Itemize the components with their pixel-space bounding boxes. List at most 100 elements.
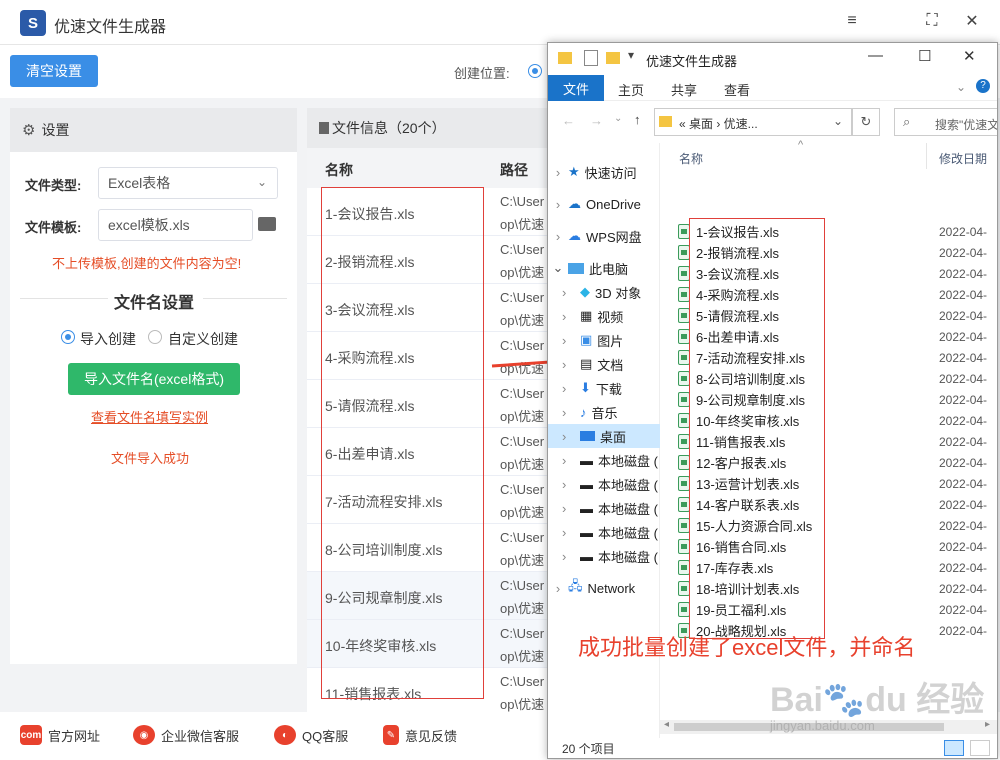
recent-dropdown-icon[interactable]: ⌄ <box>614 113 622 124</box>
close-icon[interactable]: ✕ <box>963 47 976 65</box>
tree-downloads[interactable]: › ⬇ 下载 <box>548 376 660 400</box>
close-icon[interactable]: ✕ <box>960 10 984 32</box>
import-filenames-button[interactable]: 导入文件名(excel格式) <box>68 363 240 395</box>
col-path-header[interactable]: 路径 <box>500 160 528 180</box>
tree-label: 文档 <box>597 357 624 373</box>
star-icon: ★ <box>568 164 580 179</box>
feedback-link[interactable]: ✎ 意见反馈 <box>383 725 457 745</box>
scroll-left-icon[interactable]: ◂ <box>664 719 669 730</box>
radio-import-create[interactable] <box>61 330 75 344</box>
wechat-support-link[interactable]: ◉ 企业微信客服 <box>133 725 239 745</box>
tree-quick-access[interactable]: › ★ 快速访问 <box>548 160 660 184</box>
menu-icon[interactable]: ≡ <box>840 10 864 32</box>
explorer-ribbon-tabs: 文件 主页 共享 查看 ⌄ ? <box>548 75 997 101</box>
file-date: 2022-04- <box>939 518 988 533</box>
folder-icon[interactable] <box>258 217 276 231</box>
tree-documents[interactable]: › ▤ 文档 <box>548 352 660 376</box>
example-link[interactable]: 查看文件名填写实例 <box>91 407 208 426</box>
tree-label: 本地磁盘 ( <box>598 453 658 469</box>
tab-view[interactable]: 查看 <box>724 80 750 99</box>
file-date: 2022-04- <box>939 245 988 260</box>
template-warning: 不上传模板,创建的文件内容为空! <box>52 256 242 271</box>
new-folder-icon[interactable] <box>606 52 620 64</box>
tab-home[interactable]: 主页 <box>618 80 644 99</box>
file-date: 2022-04- <box>939 560 988 575</box>
app-logo-icon: S <box>20 10 46 36</box>
tree-label: 音乐 <box>591 405 618 421</box>
scroll-right-icon[interactable]: ▸ <box>985 719 990 730</box>
back-icon[interactable]: ← <box>562 113 575 128</box>
search-box[interactable]: ⌕ 搜索"优速文 <box>894 108 997 136</box>
refresh-icon[interactable]: ↻ <box>852 108 880 136</box>
create-location-radio[interactable] <box>528 64 542 78</box>
table-header: 名称 路径 <box>307 148 557 188</box>
fileinfo-header: 文件信息（20个） <box>307 108 557 148</box>
clear-settings-button[interactable]: 清空设置 <box>10 55 98 87</box>
divider-right <box>203 298 287 299</box>
app-title: 优速文件生成器 <box>54 19 167 36</box>
row-path-cont: op\优速 <box>500 697 545 712</box>
feedback-icon: ✎ <box>383 725 399 745</box>
cloud-icon: ☁ <box>568 228 581 243</box>
forward-icon[interactable]: → <box>590 113 603 128</box>
help-icon[interactable]: ? <box>976 79 990 93</box>
network-icon: 🖧 <box>568 578 583 593</box>
row-path-cont: op\优速 <box>500 553 545 568</box>
col-name-header[interactable]: 名称 <box>325 160 353 180</box>
tree-this-pc[interactable]: ⌄ 此电脑 <box>548 256 660 280</box>
tab-file[interactable]: 文件 <box>548 75 604 101</box>
website-link[interactable]: com 官方网址 <box>20 725 100 745</box>
tree-onedrive[interactable]: › ☁ OneDrive <box>548 192 660 216</box>
tree-desktop[interactable]: › 桌面 <box>548 424 660 448</box>
file-type-select[interactable]: Excel表格 ⌄ <box>98 167 278 199</box>
tree-3d-objects[interactable]: › ◆ 3D 对象 <box>548 280 660 304</box>
tree-label: 下载 <box>595 381 622 397</box>
chevron-down-icon[interactable]: ⌄ <box>956 80 966 94</box>
maximize-icon[interactable]: ☐ <box>918 47 931 65</box>
gear-icon: ⚙ <box>22 122 36 139</box>
row-path: C:\User <box>500 578 545 593</box>
template-label: 文件模板: <box>25 220 82 235</box>
highlight-box-files <box>689 218 825 639</box>
large-icons-view-icon[interactable] <box>970 740 990 756</box>
file-type-label: 文件类型: <box>25 178 82 193</box>
tree-videos[interactable]: › ▦ 视频 <box>548 304 660 328</box>
properties-icon[interactable] <box>584 50 598 66</box>
fileinfo-title: 文件信息（20个） <box>332 120 446 136</box>
chevron-down-icon[interactable]: ⌄ <box>833 114 843 128</box>
tree-wps-drive[interactable]: › ☁ WPS网盘 <box>548 224 660 248</box>
file-date: 2022-04- <box>939 350 988 365</box>
quick-access-dropdown-icon[interactable]: ▾ <box>628 48 634 62</box>
file-date: 2022-04- <box>939 371 988 386</box>
tree-music[interactable]: › ♪ 音乐 <box>548 400 660 424</box>
tree-local-disk[interactable]: › ▬ 本地磁盘 ( <box>548 544 660 568</box>
minimize-icon[interactable]: — <box>868 47 883 64</box>
row-path-cont: op\优速 <box>500 601 545 616</box>
tree-local-disk[interactable]: › ▬ 本地磁盘 ( <box>548 472 660 496</box>
radio-custom-create[interactable] <box>148 330 162 344</box>
tree-local-disk[interactable]: › ▬ 本地磁盘 ( <box>548 448 660 472</box>
document-icon <box>319 122 329 134</box>
folder-icon <box>659 116 672 127</box>
disk-icon: ▬ <box>580 452 593 468</box>
details-view-icon[interactable] <box>944 740 964 756</box>
row-path-cont: op\优速 <box>500 649 545 664</box>
col-date-header[interactable]: 修改日期 <box>939 150 987 167</box>
file-date: 2022-04- <box>939 476 988 491</box>
tree-label: 本地磁盘 ( <box>598 501 658 517</box>
address-field[interactable]: « 桌面 › 优速... ⌄ <box>654 108 852 136</box>
qq-support-link[interactable]: ◐ QQ客服 <box>274 725 348 745</box>
tab-share[interactable]: 共享 <box>671 80 697 99</box>
tree-network[interactable]: › 🖧 Network <box>548 576 660 600</box>
maximize-icon[interactable]: ⛶ <box>920 10 944 32</box>
file-date: 2022-04- <box>939 539 988 554</box>
up-icon[interactable]: ↑ <box>634 112 641 127</box>
tree-local-disk[interactable]: › ▬ 本地磁盘 ( <box>548 520 660 544</box>
tree-pictures[interactable]: › ▣ 图片 <box>548 328 660 352</box>
col-name-header[interactable]: 名称 <box>679 150 703 167</box>
explorer-address-bar: ← → ⌄ ↑ « 桌面 › 优速... ⌄ ↻ ⌕ 搜索"优速文 <box>548 101 997 143</box>
template-input[interactable]: excel模板.xls <box>98 209 253 241</box>
picture-icon: ▣ <box>580 332 593 347</box>
tree-local-disk[interactable]: › ▬ 本地磁盘 ( <box>548 496 660 520</box>
website-icon: com <box>20 725 42 745</box>
